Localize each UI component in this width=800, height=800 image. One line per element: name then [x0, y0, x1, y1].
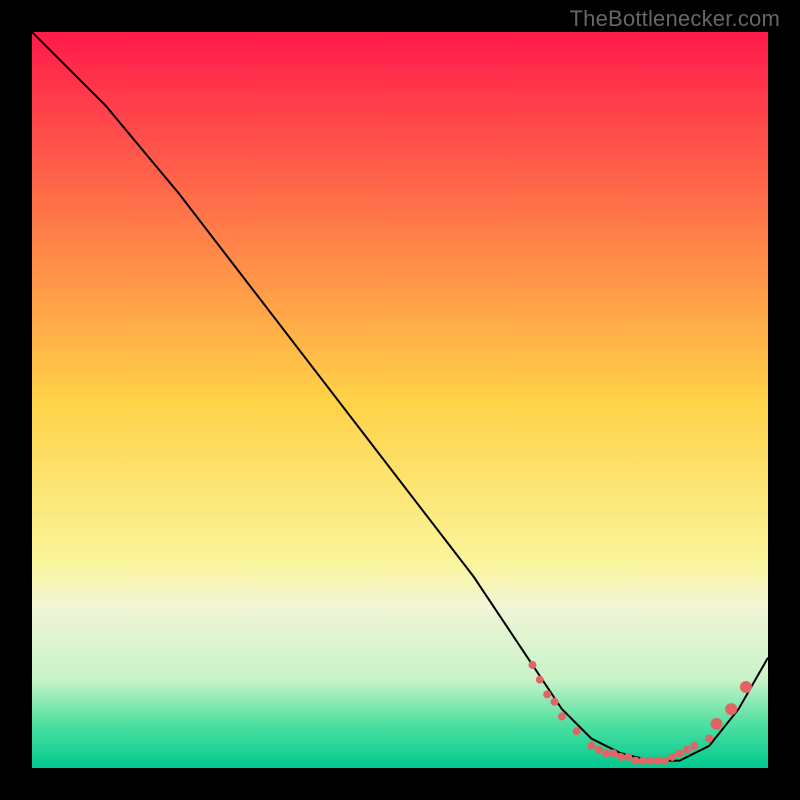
marker-point — [587, 742, 595, 750]
marker-point — [602, 749, 610, 757]
marker-point — [690, 742, 698, 750]
chart-stage: TheBottlenecker.com — [0, 0, 800, 800]
marker-point — [683, 746, 691, 754]
marker-point — [676, 749, 684, 757]
marker-point — [661, 757, 669, 765]
marker-point — [609, 749, 617, 757]
marker-point — [536, 676, 544, 684]
chart-svg — [32, 32, 768, 768]
marker-point — [595, 746, 603, 754]
marker-point — [654, 757, 662, 765]
marker-point — [558, 712, 566, 720]
plot-background — [32, 32, 768, 768]
marker-point — [632, 757, 640, 765]
marker-point — [740, 681, 752, 693]
marker-point — [668, 753, 676, 761]
plot-area — [32, 32, 768, 768]
watermark-text: TheBottlenecker.com — [570, 6, 780, 32]
marker-point — [528, 661, 536, 669]
marker-point — [543, 690, 551, 698]
marker-point — [646, 757, 654, 765]
marker-point — [725, 703, 737, 715]
marker-point — [710, 718, 722, 730]
marker-point — [551, 698, 559, 706]
marker-point — [639, 757, 647, 765]
marker-point — [617, 753, 625, 761]
marker-point — [705, 735, 713, 743]
marker-point — [573, 727, 581, 735]
marker-point — [624, 753, 632, 761]
